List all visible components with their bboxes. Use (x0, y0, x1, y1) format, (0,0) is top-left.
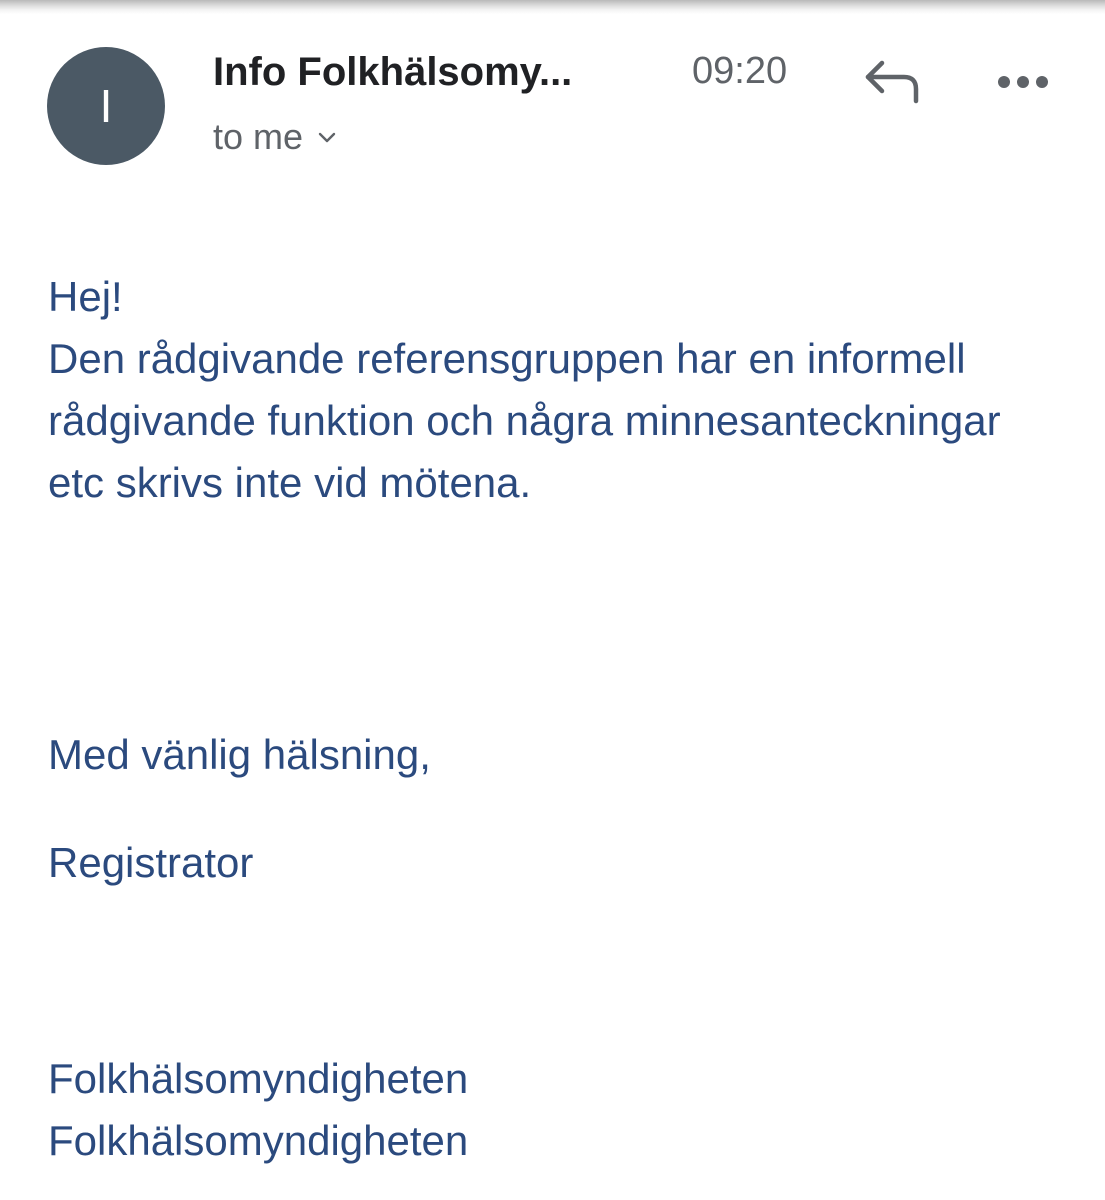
sender-avatar[interactable]: I (47, 47, 165, 165)
message-paragraph: Den rådgivande referensgruppen har en in… (48, 335, 1001, 506)
recipient-details-toggle[interactable]: to me (213, 114, 337, 160)
more-horizontal-icon (998, 76, 1048, 88)
greeting-text: Hej! (48, 273, 123, 320)
more-options-button[interactable] (990, 60, 1056, 104)
chevron-down-icon (318, 132, 336, 143)
sender-name[interactable]: Info Folkhälsomy... (213, 47, 653, 97)
signature-line: Folkhälsomyndigheten (48, 1117, 469, 1164)
signature-role: Registrator (48, 839, 254, 886)
email-time: 09:20 (692, 50, 788, 92)
signature-line: Folkhälsomyndigheten (48, 1055, 469, 1102)
reply-icon (865, 60, 919, 104)
closing-text: Med vänlig hälsning, (48, 731, 431, 778)
reply-button[interactable] (858, 55, 928, 111)
email-header: I Info Folkhälsomy... 09:20 to me (0, 0, 1105, 200)
recipient-label: to me (213, 116, 304, 157)
